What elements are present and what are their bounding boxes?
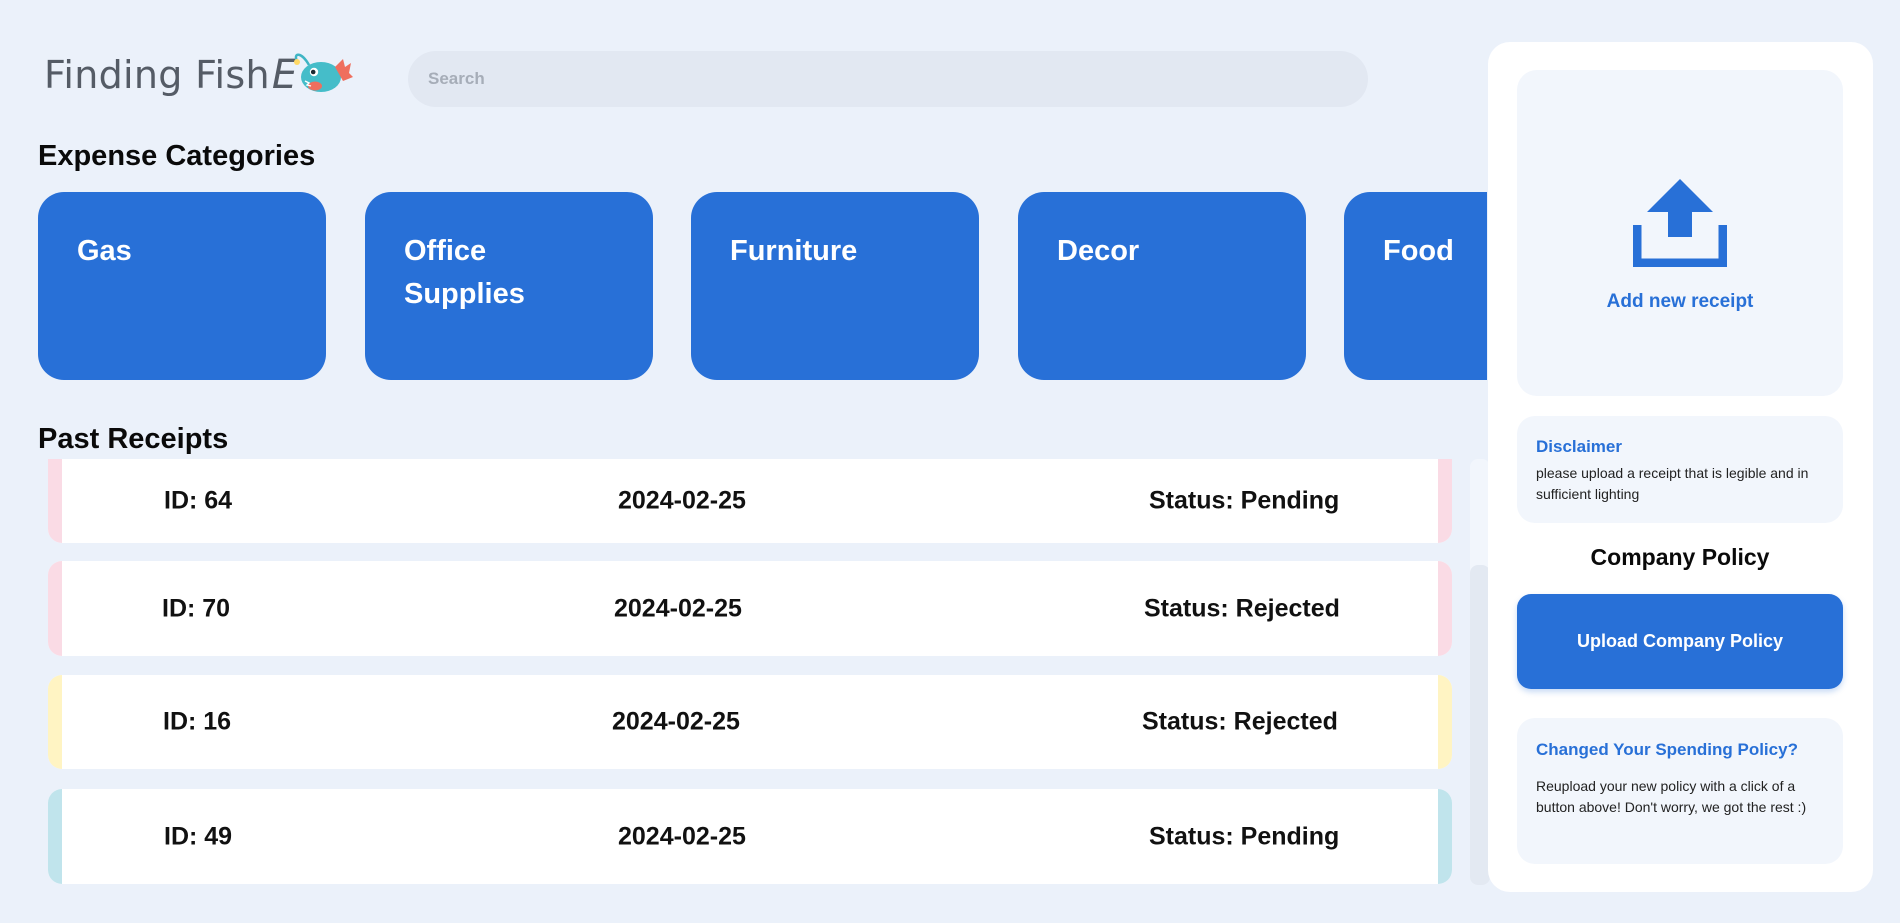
receipt-accent-stripe [48,675,62,769]
receipt-list[interactable]: ID: 64 2024-02-25 Status: Pending ID: 70… [48,459,1452,885]
receipt-accent-stripe [48,459,62,543]
disclaimer-text: please upload a receipt that is legible … [1536,465,1809,502]
search-input[interactable] [428,69,1368,89]
upload-company-policy-button[interactable]: Upload Company Policy [1517,594,1843,689]
policy-change-card: Changed Your Spending Policy? Reupload y… [1517,718,1843,864]
receipt-date: 2024-02-25 [614,594,742,622]
logo-text: Finding Fish [44,53,270,97]
search-bar[interactable] [408,51,1368,107]
page: Finding Fish E Expense Categories Gas Of… [0,0,1900,923]
receipt-id: ID: 70 [162,594,231,622]
category-label: Office Supplies [404,235,525,310]
receipt-status: Status: Pending [1149,486,1340,515]
receipt-accent-stripe [48,561,62,656]
receipt-status: Status: Rejected [1142,707,1338,736]
right-panel: Add new receipt Disclaimer please upload… [1488,42,1873,892]
expense-categories-title: Expense Categories [38,140,316,172]
receipt-list-scrollbar[interactable] [1470,459,1490,885]
receipt-date: 2024-02-25 [618,486,746,515]
category-card-food[interactable]: Food [1344,192,1487,380]
category-label: Gas [77,235,132,267]
receipt-accent-stripe [1438,459,1452,543]
receipt-date: 2024-02-25 [618,822,746,850]
receipt-accent-stripe [1438,561,1452,656]
receipt-accent-stripe [1438,789,1452,884]
category-card-office-supplies[interactable]: Office Supplies [365,192,653,380]
receipt-id: ID: 16 [163,707,232,736]
category-label: Decor [1057,235,1140,267]
receipt-row[interactable]: ID: 49 2024-02-25 Status: Pending [48,789,1452,884]
company-policy-title: Company Policy [1590,544,1770,570]
disclaimer-title: Disclaimer [1536,437,1622,456]
upload-icon [1633,179,1727,267]
scrollbar-thumb[interactable] [1470,565,1490,885]
category-label: Furniture [730,235,858,267]
category-card-gas[interactable]: Gas [38,192,326,380]
category-card-decor[interactable]: Decor [1018,192,1306,380]
category-label: Food [1383,235,1454,267]
receipt-status: Status: Rejected [1144,594,1340,622]
app-logo[interactable]: Finding Fish E [44,52,354,98]
policy-change-text: Reupload your new policy with a click of… [1536,778,1807,815]
past-receipts-title: Past Receipts [38,423,229,455]
receipt-id: ID: 49 [164,822,233,850]
category-list: Gas Office Supplies Furniture Decor Food [38,192,1487,382]
anglerfish-icon [294,53,354,92]
receipt-row[interactable]: ID: 16 2024-02-25 Status: Rejected [48,675,1452,769]
receipt-accent-stripe [1438,675,1452,769]
policy-change-title: Changed Your Spending Policy? [1536,740,1798,759]
disclaimer-card: Disclaimer please upload a receipt that … [1517,416,1843,523]
receipt-id: ID: 64 [164,486,233,515]
receipt-accent-stripe [48,789,62,884]
receipt-row[interactable]: ID: 64 2024-02-25 Status: Pending [48,459,1452,543]
receipt-row[interactable]: ID: 70 2024-02-25 Status: Rejected [48,561,1452,656]
category-card-furniture[interactable]: Furniture [691,192,979,380]
receipt-date: 2024-02-25 [612,707,740,736]
receipt-status: Status: Pending [1149,822,1340,850]
add-receipt-label: Add new receipt [1606,291,1754,312]
add-receipt-dropzone[interactable]: Add new receipt [1517,70,1843,396]
